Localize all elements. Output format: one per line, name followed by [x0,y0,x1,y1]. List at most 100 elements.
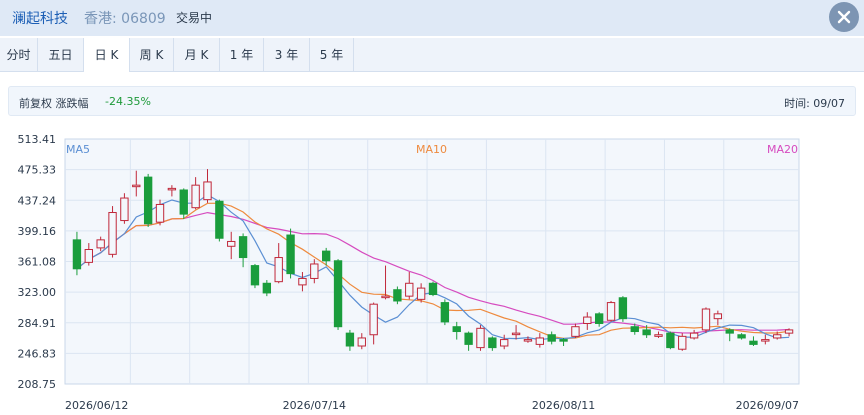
tab-five-year[interactable]: 5 年 [310,38,354,72]
x-tick-label: 2026/08/11 [532,399,595,412]
candle-body [262,282,272,294]
adjust-label: 前复权 涨跌幅 [19,97,89,110]
candle-body [238,236,248,259]
candle-body [559,339,568,342]
tab-weekly-k[interactable]: 周 K [130,38,174,72]
candle-body [784,329,794,334]
candle-down [179,188,188,219]
candle-body [428,282,438,296]
candle-body [250,265,260,286]
candle-body [523,339,533,342]
y-tick-label: 323.00 [18,286,57,299]
candle-body [476,327,485,349]
candle-body [654,334,663,337]
candle-body [488,337,497,349]
candle-body [773,334,782,339]
candle-body [689,332,699,339]
change-value: -24.35% [105,95,151,108]
candle-body [108,212,117,255]
candle-body [583,316,592,324]
candle-body [452,326,461,333]
candle-body [155,203,165,223]
candle-body [179,189,188,215]
candle-down [440,299,450,326]
candle-body [132,184,141,188]
candle-body [666,332,675,349]
candle-body [286,234,295,275]
candle-body [381,295,390,299]
stock-name: 澜起科技 [12,11,68,27]
candle-body [120,197,129,222]
candle-body [606,302,616,321]
candle-body [322,250,331,262]
candle-body [310,263,319,279]
candle-body [72,239,82,270]
candle-body [345,332,355,347]
candle-body [96,239,105,249]
candle-body [167,187,177,191]
candle-down [666,331,675,350]
y-tick-label: 475.33 [18,164,57,177]
y-tick-label: 284.91 [18,317,57,330]
close-button[interactable] [829,2,859,32]
candle-down [250,263,260,289]
y-axis: 513.41 475.33 437.24 399.16 361.08 323.00 284.… [18,133,57,391]
ma10-label: MA10 [416,143,447,156]
candle-body [143,176,153,225]
candle-body [535,337,544,345]
tab-intraday[interactable]: 分时 [0,38,38,72]
y-tick-label: 246.83 [18,347,57,360]
candle-body [642,329,651,336]
y-tick-label: 437.24 [18,194,57,207]
candle-body [500,339,509,347]
candle-body [215,200,224,239]
close-icon [837,10,851,24]
candle-down [333,259,343,330]
candle-up [120,193,129,224]
candle-body [298,277,307,286]
candle-body [227,240,236,247]
candle-body [416,287,426,300]
y-tick-label: 208.75 [18,378,57,391]
stock-code: 香港: 06809 [84,11,166,27]
tab-five-day[interactable]: 五日 [38,38,84,72]
candle-body [357,337,366,347]
candle-body [701,308,711,331]
candle-body [630,326,639,333]
candle-body [191,184,200,209]
candle-body [761,339,770,342]
candle-body [725,329,734,334]
candle-body [440,302,450,323]
candle-down [286,228,295,279]
candle-up [701,307,711,334]
y-tick-label: 399.16 [18,225,57,238]
tab-monthly-k[interactable]: 月 K [174,38,220,72]
candle-body [571,326,580,337]
period-tabs: 分时 五日 日 K 周 K 月 K 1 年 3 年 5 年 [0,38,864,72]
candle-body [405,282,414,297]
candle-up [606,300,616,322]
candle-up [108,206,117,258]
x-axis: 2026/06/12 2026/07/14 2026/08/11 2026/09/07 [65,399,799,412]
y-tick-label: 513.41 [18,133,57,146]
candle-body [737,334,746,339]
candle-down [428,281,438,297]
tab-daily-k[interactable]: 日 K [84,38,130,72]
candle-body [713,313,723,320]
tab-one-year[interactable]: 1 年 [220,38,264,72]
y-tick-label: 361.08 [18,256,57,269]
candle-body [464,332,473,345]
kline-chart[interactable]: 513.41 475.33 437.24 399.16 361.08 323.00 284.… [0,126,864,415]
candle-up [476,325,485,351]
ma5-label: MA5 [66,143,90,156]
candle-body [393,289,402,302]
candle-down [618,296,628,322]
candle-body [274,257,283,283]
tab-three-year[interactable]: 3 年 [264,38,310,72]
candle-body [618,297,628,320]
candle-body [511,332,521,336]
candle-body [547,334,556,342]
candle-body [84,249,93,263]
x-tick-label: 2026/09/07 [736,399,799,412]
info-bar: 前复权 涨跌幅 -24.35% 时间: 09/07 [8,86,856,116]
